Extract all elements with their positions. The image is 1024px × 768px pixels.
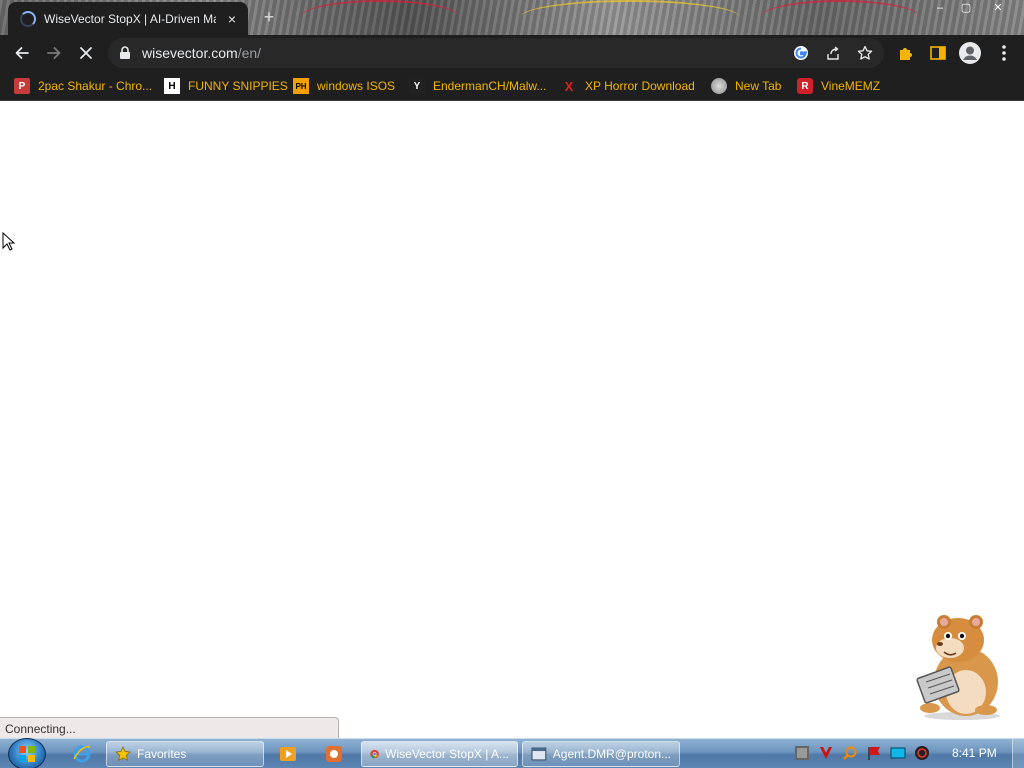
- stop-button[interactable]: [72, 39, 100, 67]
- bookmark-label: windows ISOS: [317, 79, 396, 93]
- bookmark-item[interactable]: H FUNNY SNIPPIES: [164, 75, 288, 97]
- bookmarks-bar: P 2pac Shakur - Chro... H FUNNY SNIPPIES…: [0, 70, 1024, 101]
- taskbar-button-label: Favorites: [137, 747, 187, 761]
- desktop-screen: WiseVector StopX | AI-Driven Ma × + – ▢ …: [0, 0, 1024, 768]
- side-panel-icon[interactable]: [928, 43, 948, 63]
- bookmark-favicon-icon: [711, 78, 727, 94]
- bookmark-item[interactable]: PH windows ISOS: [293, 75, 395, 97]
- tray-search-icon[interactable]: [842, 745, 858, 761]
- back-icon: [15, 47, 29, 59]
- taskbar-clock[interactable]: 8:41 PM: [952, 746, 997, 760]
- tray-display-icon[interactable]: [890, 745, 906, 761]
- taskbar-mail-button[interactable]: Agent.DMR@proton...: [522, 741, 680, 767]
- taskbar-favorites-button[interactable]: Favorites: [106, 741, 264, 767]
- browser-toolbar: wisevector.com/en/: [0, 35, 1024, 70]
- bookmark-favicon-icon: P: [14, 78, 30, 94]
- profile-avatar-icon[interactable]: [958, 41, 982, 65]
- lock-icon[interactable]: [116, 44, 134, 62]
- address-url[interactable]: wisevector.com/en/: [142, 45, 261, 61]
- scribble-decoration: [760, 0, 920, 35]
- new-tab-icon[interactable]: +: [258, 6, 280, 28]
- bookmark-favicon-icon: Y: [409, 78, 425, 94]
- scribble-decoration: [520, 0, 740, 35]
- extensions-icon[interactable]: [896, 43, 916, 63]
- windows-taskbar: Favorites WiseVector StopX | A... Agent.…: [0, 738, 1024, 768]
- bookmark-item[interactable]: X XP Horror Download: [561, 75, 695, 97]
- taskbar-app-button[interactable]: [314, 741, 354, 767]
- bookmark-item[interactable]: Y EndermanCH/Malw...: [409, 75, 546, 97]
- page-content-blank[interactable]: [0, 102, 1024, 738]
- bookmark-label: New Tab: [735, 79, 782, 93]
- google-icon[interactable]: [792, 44, 810, 62]
- taskbar-button-label: WiseVector StopX | A...: [385, 747, 509, 761]
- maximize-button[interactable]: ▢: [952, 0, 980, 16]
- bookmark-star-icon[interactable]: [856, 44, 874, 62]
- browser-tab-active[interactable]: WiseVector StopX | AI-Driven Ma ×: [8, 2, 248, 35]
- tab-close-icon[interactable]: ×: [224, 11, 240, 27]
- taskbar-ie-button[interactable]: [62, 741, 102, 767]
- media-player-icon: [280, 747, 296, 761]
- tray-network-icon[interactable]: [794, 745, 810, 761]
- tray-volume-icon[interactable]: [914, 745, 930, 761]
- taskbar-media-button[interactable]: [268, 741, 308, 767]
- back-button[interactable]: [8, 39, 36, 67]
- stop-loading-icon: [80, 47, 92, 59]
- photo-app-icon: [326, 746, 342, 762]
- window-close-button[interactable]: ✕: [984, 0, 1012, 16]
- share-icon[interactable]: [824, 44, 842, 62]
- show-desktop-button[interactable]: [1012, 739, 1024, 768]
- taskbar-button-label: Agent.DMR@proton...: [552, 747, 671, 761]
- tab-strip: WiseVector StopX | AI-Driven Ma × + – ▢ …: [0, 0, 1024, 35]
- tray-flag-icon[interactable]: [866, 745, 882, 761]
- bookmark-label: FUNNY SNIPPIES: [188, 79, 288, 93]
- loading-spinner-icon: [20, 10, 36, 27]
- bookmark-favicon-icon: R: [797, 78, 813, 94]
- chrome-icon: [370, 749, 379, 759]
- hamster-mascot-icon: [916, 615, 1000, 720]
- address-bar[interactable]: wisevector.com/en/: [108, 38, 884, 68]
- window-app-icon: [531, 747, 547, 761]
- bookmark-item[interactable]: P 2pac Shakur - Chro...: [14, 75, 152, 97]
- bookmark-favicon-icon: PH: [293, 78, 309, 94]
- minimize-button[interactable]: –: [926, 0, 954, 16]
- bookmark-item[interactable]: R VineMEMZ: [797, 75, 880, 97]
- url-host: wisevector.com: [142, 45, 238, 61]
- bookmark-label: 2pac Shakur - Chro...: [38, 79, 153, 93]
- bookmark-label: XP Horror Download: [585, 79, 695, 93]
- bookmark-favicon-icon: H: [164, 78, 180, 94]
- start-button[interactable]: [8, 738, 46, 768]
- bookmark-label: EndermanCH/Malw...: [433, 79, 547, 93]
- windows-logo-icon: [19, 746, 35, 762]
- tray-antivirus-icon[interactable]: [818, 745, 834, 761]
- bookmark-item[interactable]: New Tab: [711, 75, 781, 97]
- bookmark-favicon-icon: X: [564, 78, 574, 94]
- favorites-folder-icon: [115, 746, 131, 762]
- tab-title: WiseVector StopX | AI-Driven Ma: [44, 11, 216, 26]
- url-path: /en/: [237, 45, 262, 61]
- bookmark-label: VineMEMZ: [821, 79, 881, 93]
- status-bubble: Connecting...: [0, 717, 339, 738]
- scribble-decoration: [300, 0, 460, 35]
- forward-button[interactable]: [40, 39, 68, 67]
- forward-icon: [47, 47, 61, 59]
- internet-explorer-icon: [73, 745, 91, 763]
- taskbar-chrome-button[interactable]: WiseVector StopX | A...: [361, 741, 518, 767]
- browser-menu-icon[interactable]: [994, 43, 1014, 63]
- mouse-cursor-icon: [2, 232, 16, 251]
